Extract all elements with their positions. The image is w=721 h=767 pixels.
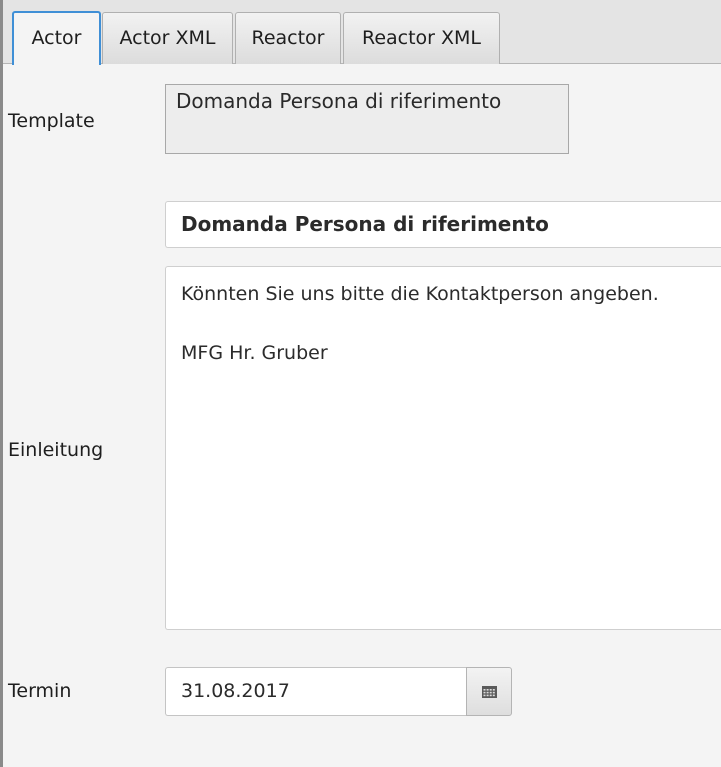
window-left-border	[0, 0, 3, 767]
einleitung-label: Einleitung	[8, 439, 104, 461]
tab-actor[interactable]: Actor	[12, 11, 101, 65]
body-line: Könnten Sie uns bitte die Kontaktperson …	[181, 283, 659, 305]
termin-date-input[interactable]: 31.08.2017	[165, 667, 466, 716]
template-label: Template	[8, 110, 95, 132]
subject-input[interactable]: Domanda Persona di riferimento	[165, 201, 721, 248]
tab-actor-xml[interactable]: Actor XML	[102, 12, 233, 64]
template-selector[interactable]: Domanda Persona di riferimento	[165, 84, 569, 154]
tab-reactor[interactable]: Reactor	[235, 12, 341, 64]
tab-reactor-xml[interactable]: Reactor XML	[343, 12, 500, 64]
date-picker-button[interactable]	[466, 667, 512, 716]
tab-bar: Actor Actor XML Reactor Reactor XML	[3, 0, 721, 65]
body-line: MFG Hr. Gruber	[181, 342, 328, 364]
einleitung-textarea[interactable]: Könnten Sie uns bitte die Kontaktperson …	[165, 266, 721, 630]
termin-label: Termin	[8, 680, 72, 702]
calendar-icon	[482, 686, 497, 698]
